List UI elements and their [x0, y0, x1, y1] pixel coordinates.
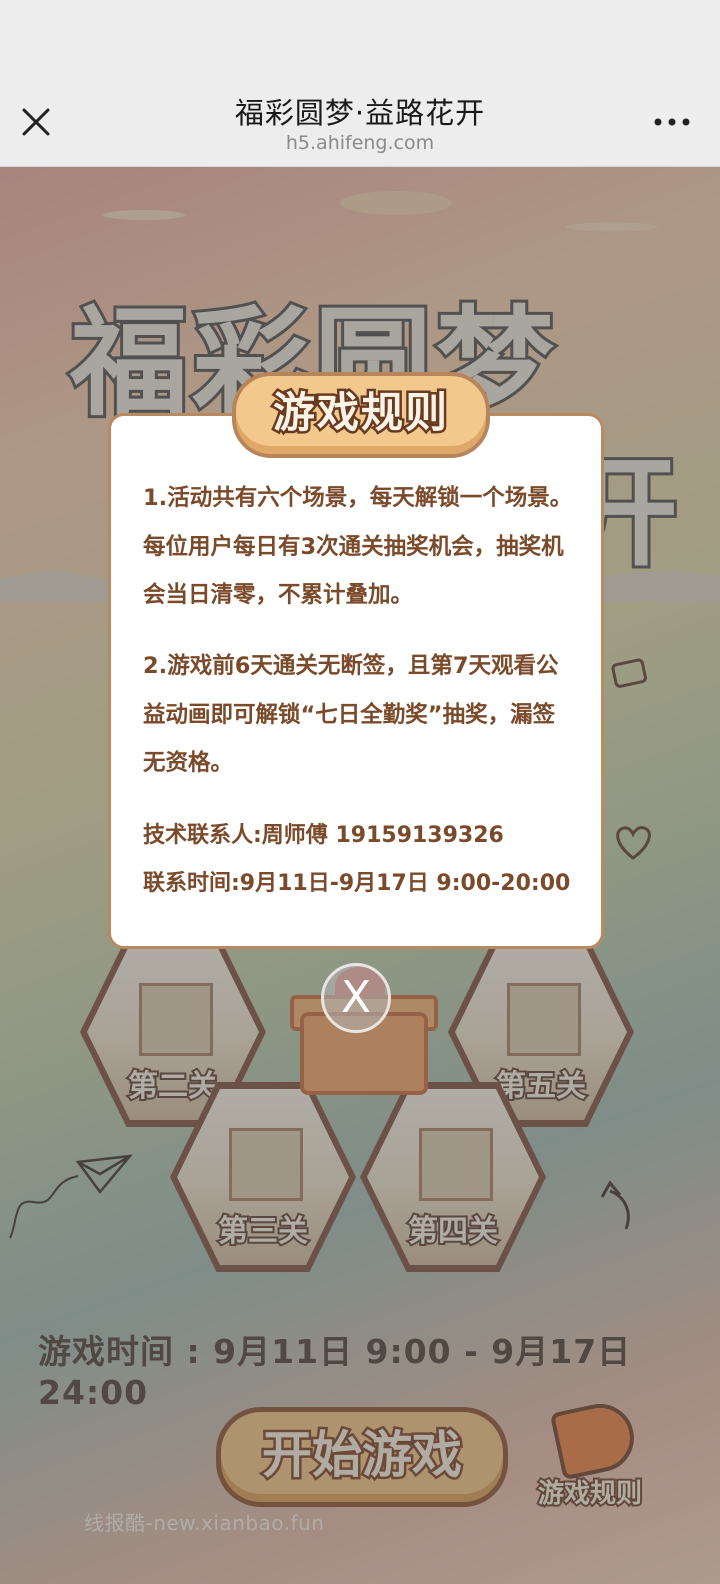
rule-1-text: 1.活动共有六个场景，每天解锁一个场景。每位用户每日有3次通关抽奖机会，抽奖机会…: [143, 485, 573, 608]
close-x-icon: X: [340, 972, 372, 1023]
more-options-icon[interactable]: [650, 108, 694, 136]
page-title: 福彩圆梦·益路花开: [234, 96, 486, 130]
status-bar-area: [0, 0, 720, 86]
rule-2-text: 2.游戏前6天通关无断签，且第7天观看公益动画即可解锁“七日全勤奖”抽奖，漏签无…: [143, 653, 559, 776]
contact-time-text: 联系时间:9月11日-9月17日 9:00-20:00: [143, 871, 571, 896]
rules-modal-title-pill: 游戏规则: [232, 372, 490, 458]
rules-modal-title: 游戏规则: [270, 386, 449, 440]
page-url: h5.ahifeng.com: [285, 132, 435, 154]
contact-person-text: 技术联系人:周师傅 19159139326: [143, 823, 504, 848]
browser-nav-bar: 福彩圆梦·益路花开 h5.ahifeng.com: [0, 86, 720, 167]
modal-close-button[interactable]: X: [321, 963, 391, 1033]
